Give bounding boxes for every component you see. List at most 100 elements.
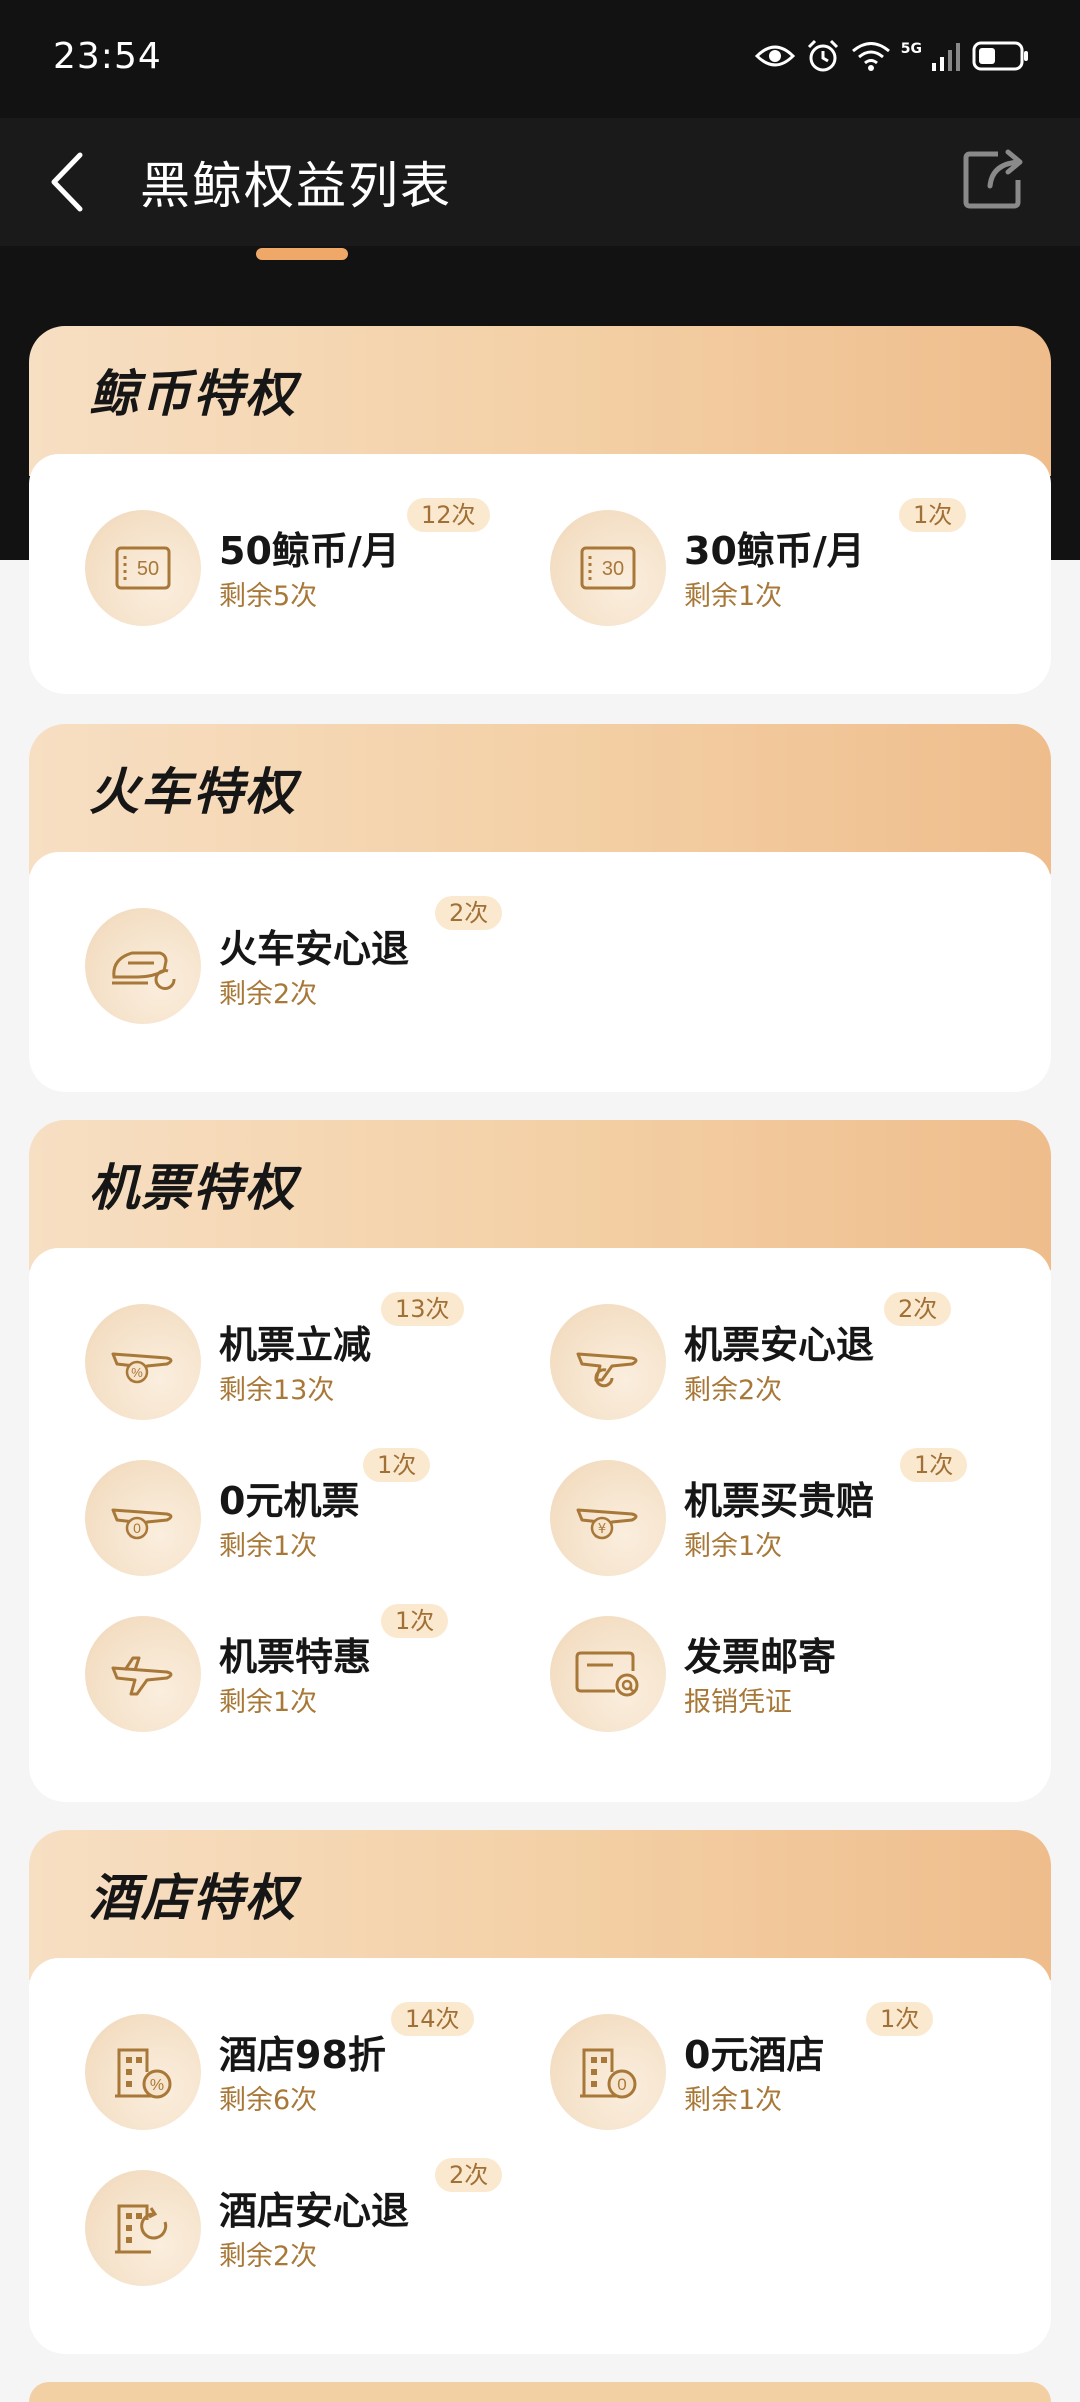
plane-price-guarantee-text: ¥ (598, 1522, 606, 1537)
benefit-name: 酒店98折 (219, 2033, 386, 2077)
invoice-mail-icon (575, 1651, 639, 1697)
next-section-peek (29, 2382, 1051, 2402)
share-icon (963, 149, 1023, 209)
benefit-item[interactable]: 0 0元机票 剩余1次 1次 (29, 1448, 489, 1580)
icon-circle (85, 1616, 201, 1732)
svg-text:%: % (131, 1365, 143, 1380)
status-icons: 5G (754, 38, 1030, 74)
benefit-item[interactable]: 50 50鲸币/月 剩余5次 12次 (29, 498, 490, 630)
coin-ticket-30-icon: 30 (580, 546, 636, 590)
count-badge: 13次 (381, 1292, 464, 1326)
count-badge: 14次 (391, 2002, 474, 2036)
count-badge: 1次 (381, 1604, 449, 1638)
coin-ticket-30-text: 30 (602, 558, 624, 580)
network-type: 5G (900, 41, 922, 57)
benefit-name: 机票安心退 (684, 1323, 875, 1367)
eye-icon (754, 45, 795, 67)
plane-special-icon (111, 1656, 173, 1696)
benefit-item[interactable]: 机票安心退 剩余2次 2次 (494, 1292, 954, 1424)
benefit-item[interactable]: 机票特惠 剩余1次 1次 (29, 1604, 489, 1736)
signal-icon (932, 43, 960, 71)
icon-circle: % (85, 1304, 201, 1420)
tab-indicator (256, 248, 348, 260)
icon-circle: 0 (550, 2014, 666, 2130)
icon-circle: 50 (85, 510, 201, 626)
plane-free-text: 0 (133, 1520, 141, 1536)
section-hotel: 酒店特权 % 酒店98折 剩余6次 14次 0 0元酒店 剩余1次 1次 酒店安… (29, 1830, 1051, 2354)
icon-circle (85, 908, 201, 1024)
hotel-discount-icon: % (115, 2048, 172, 2099)
icon-circle: 30 (550, 510, 666, 626)
section-flight: 机票特权 % 机票立减 剩余13次 13次 机票安心退 剩余2次 2次 0 0元… (29, 1120, 1051, 1802)
plane-price-guarantee-icon: ¥ (576, 1508, 638, 1540)
icon-circle (550, 1304, 666, 1420)
benefit-remaining: 剩余1次 (684, 1531, 783, 1562)
benefit-remaining: 剩余1次 (219, 1531, 318, 1562)
benefit-remaining: 剩余1次 (684, 2085, 783, 2116)
plane-refund-icon (576, 1352, 638, 1388)
count-badge: 2次 (884, 1292, 952, 1326)
hotel-refund-icon (115, 2204, 168, 2254)
section-whale-coin: 鲸币特权 50 50鲸币/月 剩余5次 12次 30 30鲸币/月 剩余1次 1… (29, 326, 1051, 694)
benefit-name: 机票特惠 (219, 1635, 372, 1679)
section-title: 酒店特权 (89, 1869, 297, 1927)
hotel-free-text: 0 (617, 2075, 626, 2094)
benefit-item[interactable]: 酒店安心退 剩余2次 2次 (29, 2158, 503, 2290)
benefit-name: 发票邮寄 (684, 1635, 837, 1679)
benefit-name: 50鲸币/月 (219, 529, 400, 573)
benefit-item[interactable]: 发票邮寄 报销凭证 (494, 1616, 954, 1736)
benefit-name: 30鲸币/月 (684, 529, 865, 573)
section-body: % 机票立减 剩余13次 13次 机票安心退 剩余2次 2次 0 0元机票 剩余… (29, 1248, 1051, 1802)
share-button[interactable] (954, 140, 1034, 220)
benefit-item[interactable]: 火车安心退 剩余2次 2次 (29, 896, 503, 1028)
benefit-remaining: 剩余13次 (219, 1375, 335, 1406)
icon-circle: ¥ (550, 1460, 666, 1576)
icon-circle (85, 2170, 201, 2286)
icon-circle: 0 (85, 1460, 201, 1576)
icon-circle: % (85, 2014, 201, 2130)
benefit-name: 机票立减 (219, 1323, 372, 1367)
coin-ticket-50-text: 50 (137, 558, 159, 580)
count-badge: 1次 (899, 498, 967, 532)
section-title: 鲸币特权 (89, 365, 297, 423)
coin-ticket-50-icon: 50 (115, 546, 171, 590)
benefit-name: 0元机票 (219, 1479, 360, 1523)
benefit-remaining: 剩余5次 (219, 581, 318, 612)
section-train: 火车特权 火车安心退 剩余2次 2次 (29, 724, 1051, 1092)
status-bar: 23:54 5G (0, 0, 1080, 118)
benefit-remaining: 剩余2次 (219, 979, 318, 1010)
benefit-item[interactable]: % 酒店98折 剩余6次 14次 (29, 2002, 489, 2134)
svg-text:%: % (150, 2077, 164, 2094)
wifi-icon (851, 42, 890, 71)
section-title: 火车特权 (89, 763, 297, 821)
benefit-remaining: 报销凭证 (684, 1687, 792, 1718)
back-button[interactable] (46, 132, 126, 232)
count-badge: 2次 (435, 896, 503, 930)
count-badge: 1次 (900, 1448, 968, 1482)
benefit-item[interactable]: 30 30鲸币/月 剩余1次 1次 (494, 498, 967, 630)
section-body: % 酒店98折 剩余6次 14次 0 0元酒店 剩余1次 1次 酒店安心退 剩余… (29, 1958, 1051, 2354)
benefit-name: 酒店安心退 (219, 2189, 410, 2233)
section-body: 火车安心退 剩余2次 2次 (29, 852, 1051, 1092)
icon-circle (550, 1616, 666, 1732)
plane-discount-icon: % (111, 1352, 173, 1384)
benefit-item[interactable]: ¥ 机票买贵赔 剩余1次 1次 (494, 1448, 968, 1580)
benefit-item[interactable]: % 机票立减 剩余13次 13次 (29, 1292, 489, 1424)
battery-icon (972, 41, 1028, 71)
count-badge: 12次 (407, 498, 490, 532)
benefit-remaining: 剩余1次 (219, 1687, 318, 1718)
count-badge: 2次 (435, 2158, 503, 2192)
benefit-name: 0元酒店 (684, 2033, 825, 2077)
train-refund-icon (112, 951, 176, 990)
section-body: 50 50鲸币/月 剩余5次 12次 30 30鲸币/月 剩余1次 1次 (29, 454, 1051, 694)
benefit-name: 火车安心退 (219, 927, 410, 971)
hotel-free-icon: 0 (580, 2048, 637, 2099)
benefit-remaining: 剩余1次 (684, 581, 783, 612)
benefit-remaining: 剩余2次 (684, 1375, 783, 1406)
page-title: 黑鲸权益列表 (140, 157, 452, 215)
benefit-remaining: 剩余6次 (219, 2085, 318, 2116)
alarm-icon (807, 39, 838, 72)
navigation-bar: 黑鲸权益列表 (0, 118, 1080, 246)
benefit-item[interactable]: 0 0元酒店 剩余1次 1次 (494, 2002, 954, 2134)
benefit-name: 机票买贵赔 (684, 1479, 875, 1523)
